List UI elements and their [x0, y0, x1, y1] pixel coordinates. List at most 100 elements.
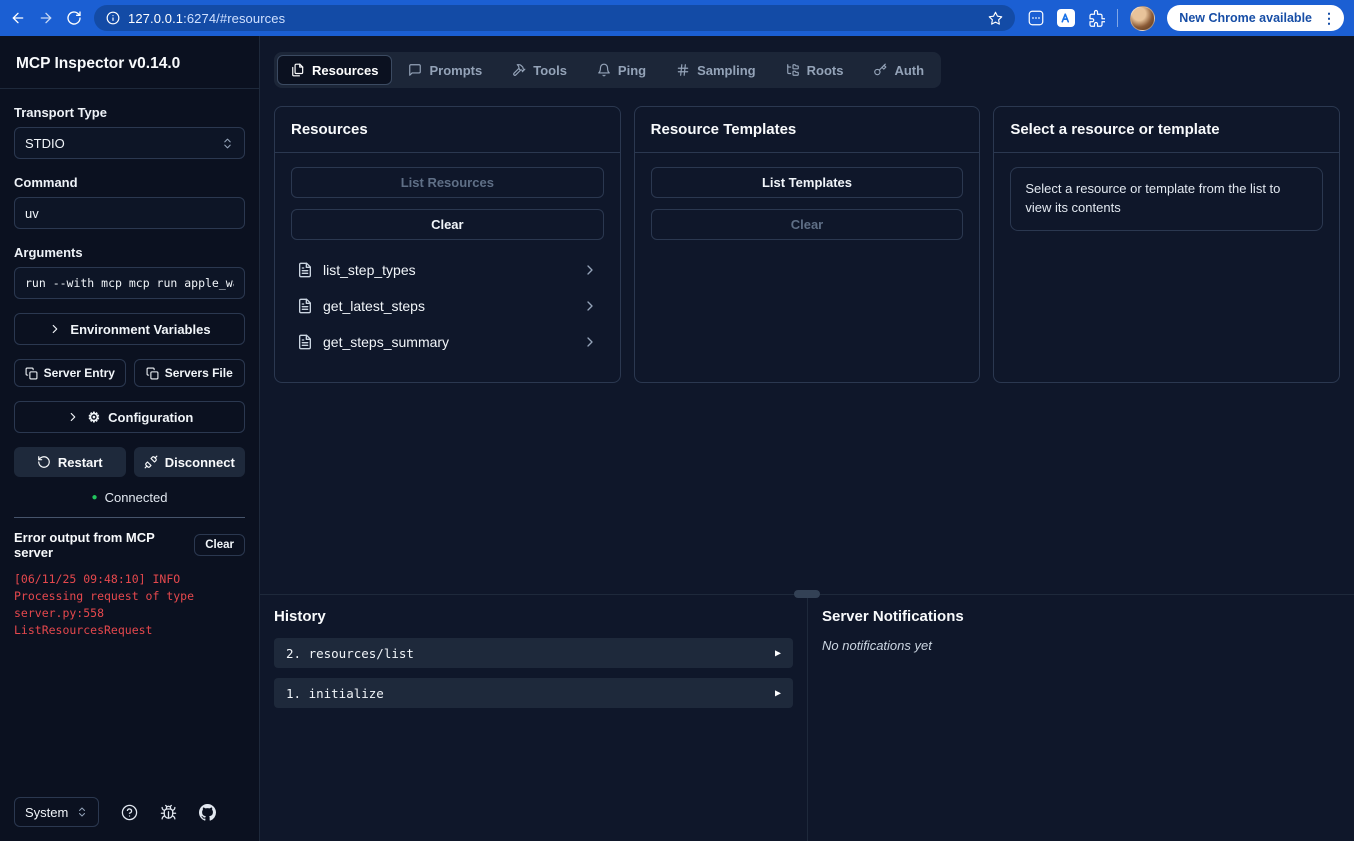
folder-tree-icon	[786, 63, 800, 77]
unplug-icon	[144, 455, 158, 469]
profile-avatar[interactable]	[1130, 6, 1155, 31]
resource-templates-title: Resource Templates	[651, 121, 964, 138]
error-log: [06/11/25 09:48:10] INFO Processing requ…	[14, 571, 245, 639]
history-title: History	[274, 608, 793, 625]
disconnect-label: Disconnect	[165, 455, 235, 470]
expand-play-icon[interactable]: ▶	[775, 688, 781, 699]
chevron-right-icon	[582, 334, 598, 350]
resource-name: list_step_types	[323, 262, 416, 278]
resource-item[interactable]: list_step_types	[291, 254, 604, 286]
expand-play-icon[interactable]: ▶	[775, 648, 781, 659]
disconnect-button[interactable]: Disconnect	[134, 447, 246, 477]
history-pane: History 2. resources/list ▶ 1. initializ…	[260, 595, 807, 841]
new-chrome-button[interactable]: New Chrome available ⋮	[1167, 5, 1344, 31]
tab-label: Auth	[894, 63, 924, 78]
chevrons-up-down-icon	[76, 806, 88, 818]
sidebar-footer: System	[0, 783, 259, 841]
main-content: Resources Prompts Tools Ping Sampling	[260, 36, 1354, 841]
bug-report-icon[interactable]	[160, 804, 177, 821]
error-output-title: Error output from MCP server	[14, 530, 194, 560]
theme-select[interactable]: System	[14, 797, 99, 827]
copy-icon	[25, 367, 38, 380]
resource-item[interactable]: get_latest_steps	[291, 290, 604, 322]
tab-prompts[interactable]: Prompts	[394, 55, 496, 85]
resource-detail-placeholder: Select a resource or template from the l…	[1010, 167, 1323, 231]
server-notifications-pane: Server Notifications No notifications ye…	[807, 595, 1354, 841]
help-icon[interactable]	[121, 804, 138, 821]
transport-type-value: STDIO	[25, 136, 65, 151]
templates-clear-button[interactable]: Clear	[651, 209, 964, 240]
environment-variables-label: Environment Variables	[70, 322, 210, 337]
tab-auth[interactable]: Auth	[859, 55, 938, 85]
status-dot-icon: ●	[92, 493, 98, 503]
arguments-label: Arguments	[14, 245, 245, 260]
restart-button[interactable]: Restart	[14, 447, 126, 477]
transport-type-select[interactable]: STDIO	[14, 127, 245, 159]
file-text-icon	[297, 262, 313, 278]
error-clear-button[interactable]: Clear	[194, 534, 245, 556]
resources-clear-button[interactable]: Clear	[291, 209, 604, 240]
server-entry-label: Server Entry	[44, 366, 115, 380]
list-resources-button[interactable]: List Resources	[291, 167, 604, 198]
tab-roots[interactable]: Roots	[772, 55, 858, 85]
server-notifications-title: Server Notifications	[822, 608, 1340, 625]
error-output-section: Error output from MCP server Clear [06/1…	[14, 517, 245, 639]
tab-label: Ping	[618, 63, 646, 78]
tab-label: Tools	[533, 63, 567, 78]
environment-variables-button[interactable]: Environment Variables	[14, 313, 245, 345]
server-entry-button[interactable]: Server Entry	[14, 359, 126, 387]
chevrons-up-down-icon	[221, 137, 234, 150]
extensions-puzzle-icon[interactable]	[1087, 9, 1105, 27]
history-item[interactable]: 2. resources/list ▶	[274, 638, 793, 668]
files-icon	[291, 63, 305, 77]
tab-label: Roots	[807, 63, 844, 78]
extension-dots-icon[interactable]	[1027, 9, 1045, 27]
site-info-icon[interactable]	[106, 11, 120, 25]
notifications-empty-text: No notifications yet	[822, 638, 1340, 653]
hammer-icon	[512, 63, 526, 77]
resource-templates-panel: Resource Templates List Templates Clear	[634, 106, 981, 383]
resources-list: list_step_types get_latest_steps get_ste…	[291, 254, 604, 358]
servers-file-button[interactable]: Servers File	[134, 359, 246, 387]
message-square-icon	[408, 63, 422, 77]
tab-label: Resources	[312, 63, 378, 78]
restart-label: Restart	[58, 455, 103, 470]
url-host: 127.0.0.1	[128, 11, 183, 26]
arguments-input[interactable]	[14, 267, 245, 299]
bookmark-star-icon[interactable]	[988, 11, 1003, 26]
bell-icon	[597, 63, 611, 77]
history-item-label: 1. initialize	[286, 686, 384, 701]
github-icon[interactable]	[199, 804, 216, 821]
chevron-right-icon	[582, 262, 598, 278]
history-item[interactable]: 1. initialize ▶	[274, 678, 793, 708]
resource-name: get_latest_steps	[323, 298, 425, 314]
toolbar-divider	[1117, 9, 1118, 27]
chevron-right-icon	[582, 298, 598, 314]
url-path: :6274/#resources	[183, 11, 285, 26]
reload-icon[interactable]	[66, 10, 82, 26]
tab-sampling[interactable]: Sampling	[662, 55, 770, 85]
theme-select-value: System	[25, 805, 68, 820]
configuration-button[interactable]: ⚙ Configuration	[14, 401, 245, 433]
resource-item[interactable]: get_steps_summary	[291, 326, 604, 358]
key-icon	[873, 63, 887, 77]
list-templates-button[interactable]: List Templates	[651, 167, 964, 198]
connection-status-label: Connected	[105, 490, 168, 505]
configuration-label: Configuration	[108, 410, 193, 425]
bottom-panels: History 2. resources/list ▶ 1. initializ…	[260, 594, 1354, 841]
back-icon[interactable]	[10, 10, 26, 26]
url-bar[interactable]: 127.0.0.1:6274/#resources	[94, 5, 1015, 31]
connection-status: ● Connected	[14, 490, 245, 505]
resource-name: get_steps_summary	[323, 334, 449, 350]
translate-extension-icon[interactable]	[1057, 9, 1075, 27]
tab-ping[interactable]: Ping	[583, 55, 660, 85]
app-title: MCP Inspector v0.14.0	[16, 55, 243, 73]
tab-tools[interactable]: Tools	[498, 55, 581, 85]
command-input[interactable]	[14, 197, 245, 229]
split-drag-handle[interactable]	[794, 590, 820, 598]
error-log-line: server.py:558 ListResourcesRequest	[14, 605, 245, 639]
tab-resources[interactable]: Resources	[277, 55, 392, 85]
chrome-menu-icon[interactable]: ⋮	[1320, 10, 1338, 27]
tab-label: Sampling	[697, 63, 756, 78]
forward-icon[interactable]	[38, 10, 54, 26]
